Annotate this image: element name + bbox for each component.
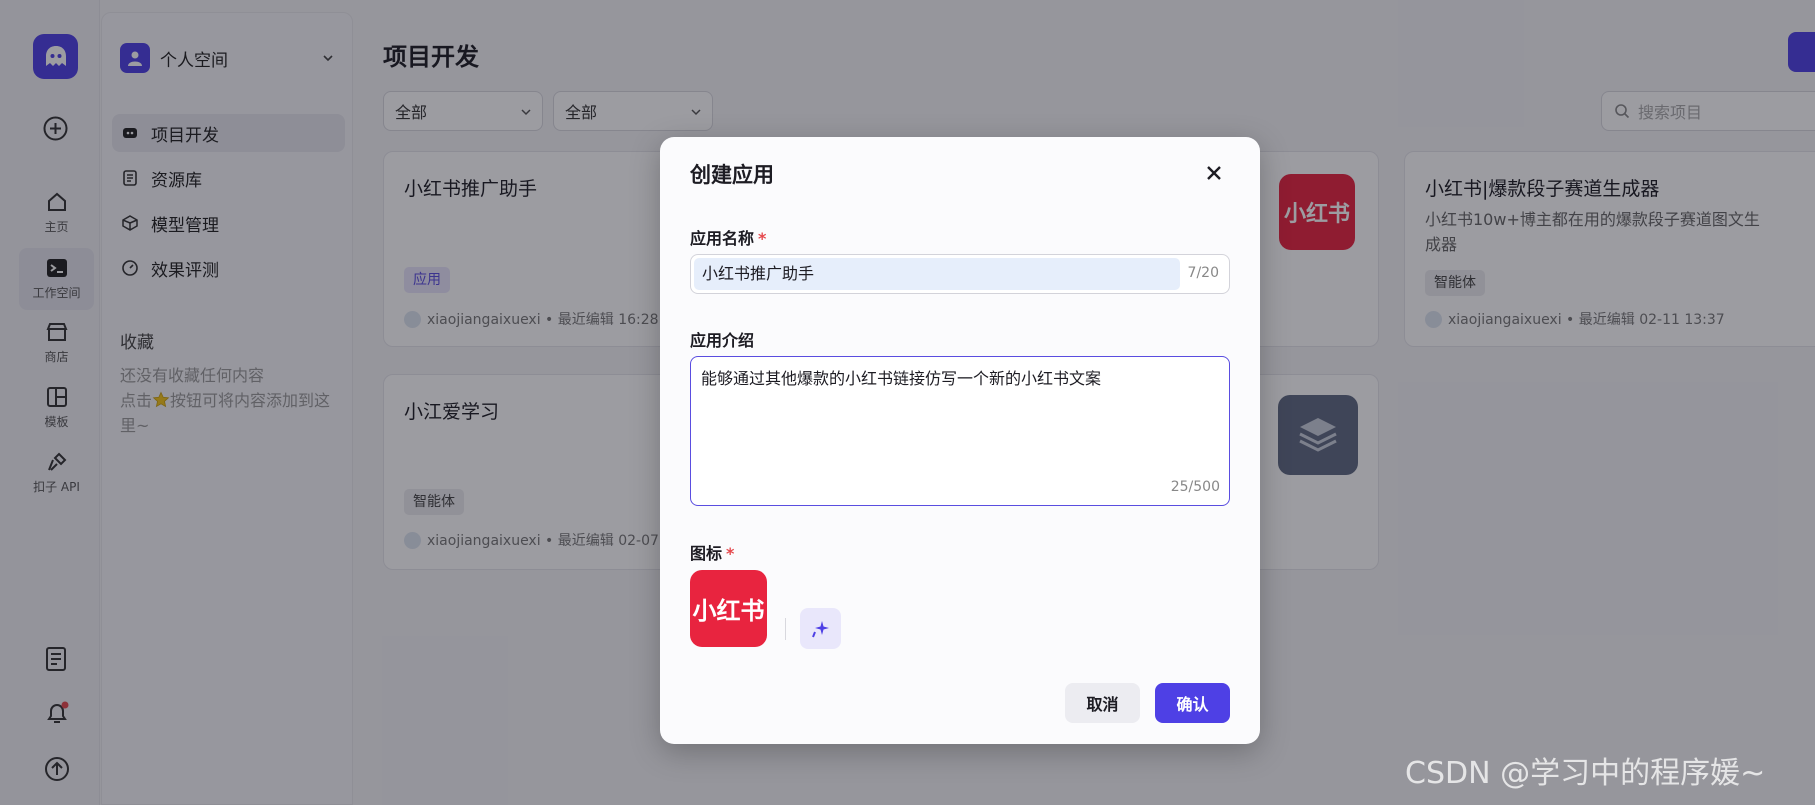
close-icon[interactable] xyxy=(1202,161,1226,185)
name-char-count: 7/20 xyxy=(1187,265,1219,281)
cancel-button[interactable]: 取消 xyxy=(1065,683,1140,723)
required-mark: * xyxy=(726,544,735,563)
ai-generate-icon-button[interactable] xyxy=(800,608,841,649)
dialog-title: 创建应用 xyxy=(690,163,774,187)
app-name-value: 小红书推广助手 xyxy=(694,258,1180,290)
app-description-value: 能够通过其他爆款的小红书链接仿写一个新的小红书文案 xyxy=(701,369,1102,388)
desc-label: 应用介绍 xyxy=(690,331,755,350)
sparkle-icon xyxy=(811,620,829,637)
app-name-input[interactable]: 小红书推广助手 7/20 xyxy=(690,254,1230,294)
create-app-dialog: 创建应用 应用名称 * 小红书推广助手 7/20 应用介绍 能够通过其他爆款的小红… xyxy=(660,137,1260,744)
name-label: 应用名称 * xyxy=(690,225,766,249)
app-description-textarea[interactable]: 能够通过其他爆款的小红书链接仿写一个新的小红书文案 25/500 xyxy=(690,356,1230,506)
divider xyxy=(785,618,786,640)
name-label-text: 应用名称 xyxy=(690,229,755,248)
watermark: CSDN @学习中的程序媛~ xyxy=(1405,756,1766,791)
desc-char-count: 25/500 xyxy=(1170,479,1220,495)
app-icon-preview[interactable]: 小红书 xyxy=(690,570,767,647)
icon-label-text: 图标 xyxy=(690,544,723,563)
required-mark: * xyxy=(758,229,767,248)
icon-label: 图标 * xyxy=(690,540,734,564)
confirm-button[interactable]: 确认 xyxy=(1155,683,1230,723)
